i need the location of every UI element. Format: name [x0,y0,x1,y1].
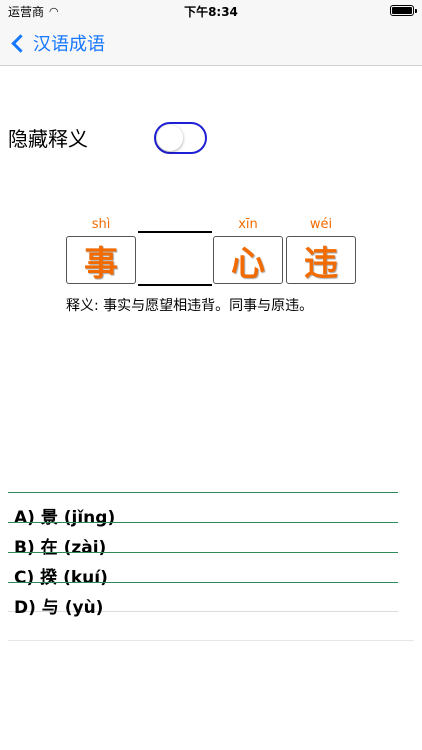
char-4: 违 [304,243,338,284]
status-bar: 运营商 ◠ 下午8:34 [0,0,422,20]
definition-text: 释义: 事实与愿望相违背。同事与原违。 [66,298,314,314]
char-box-3[interactable]: 心 [213,236,283,284]
char-3: 心 [231,243,265,284]
option-a[interactable]: A) 景 (jǐng) [8,492,398,528]
option-c[interactable]: C) 揆 (kuí) [8,552,398,588]
status-time: 下午8:34 [184,5,238,19]
hide-definition-label: 隐藏释义 [8,127,88,151]
option-d-label: D) 与 (yù) [14,598,104,618]
pinyin-3: xīn [238,217,258,232]
option-b[interactable]: B) 在 (zài) [8,522,398,558]
back-label: 汉语成语 [33,34,105,55]
bottom-divider [8,640,414,641]
pinyin-1: shì [91,217,111,232]
navigation-bar: 汉语成语 [0,20,422,66]
answer-options: A) 景 (jǐng) B) 在 (zài) C) 揆 (kuí) D) 与 (… [8,492,398,618]
option-d[interactable]: D) 与 (yù) [8,582,398,618]
char-1: 事 [84,243,118,284]
pinyin-4: wéi [309,217,333,232]
char-box-4[interactable]: 违 [286,236,356,284]
hide-definition-toggle[interactable] [154,122,207,154]
chevron-left-icon [11,33,30,53]
battery-icon [390,5,417,16]
char-box-1[interactable]: 事 [66,236,136,284]
back-button[interactable]: 汉语成语 [8,20,105,66]
toggle-knob [157,125,183,151]
blank-slot[interactable] [138,231,212,286]
